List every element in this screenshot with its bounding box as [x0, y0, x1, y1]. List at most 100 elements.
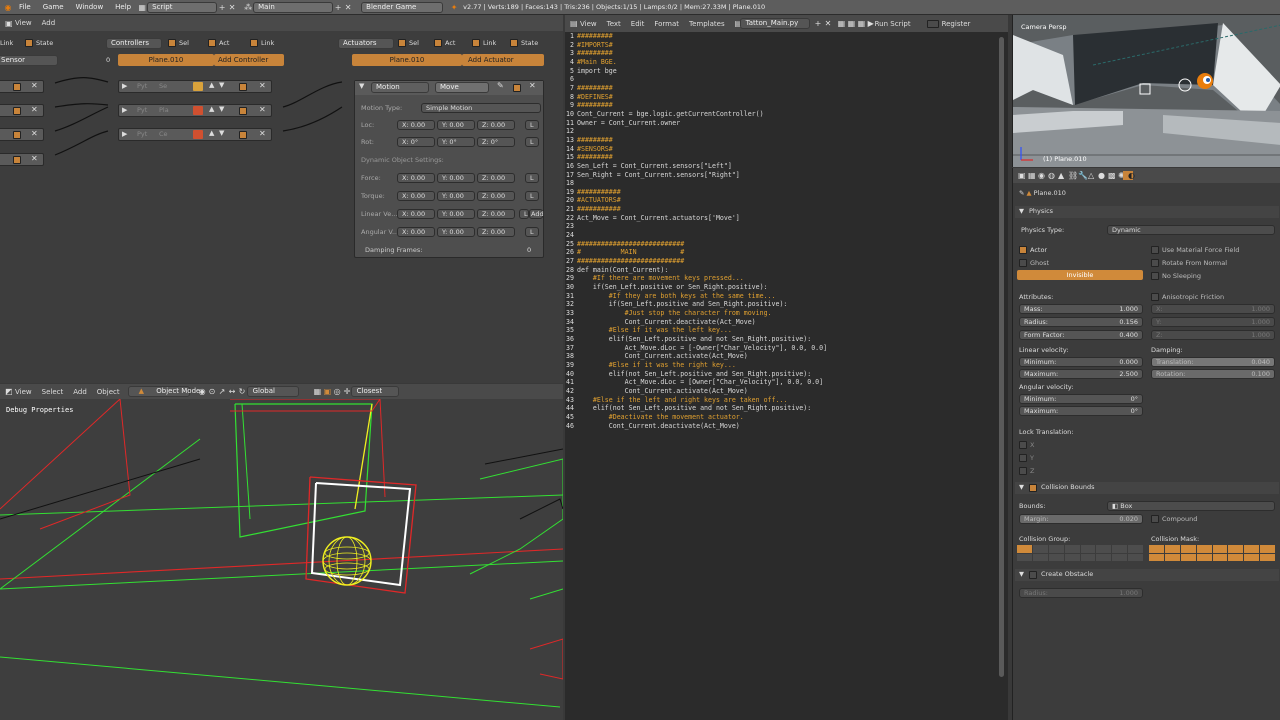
menu-game[interactable]: Game: [37, 3, 70, 11]
checkbox[interactable]: [1151, 246, 1159, 254]
actuator-name-field[interactable]: Move: [435, 82, 489, 93]
code-line[interactable]: 5 import bge: [565, 67, 997, 76]
code-line[interactable]: 13 #########: [565, 136, 997, 145]
checkbox[interactable]: [1151, 272, 1159, 280]
lin-max-field[interactable]: Maximum: 2.500: [1019, 369, 1143, 379]
viewport-menu-add[interactable]: Add: [68, 388, 92, 396]
code-line[interactable]: 7 #########: [565, 84, 997, 93]
code-line[interactable]: 17 Sen_Right = Cont_Current.sensors["Righ…: [565, 171, 997, 180]
angvel-y-field[interactable]: Y: 0.00: [437, 227, 475, 237]
actuator-type-select[interactable]: Motion: [371, 82, 429, 93]
lock-x-toggle[interactable]: X: [1019, 441, 1034, 449]
text-menu-view[interactable]: View: [575, 20, 602, 28]
remove-scene-icon[interactable]: ✕: [343, 3, 353, 12]
text-menu-format[interactable]: Format: [649, 20, 684, 28]
collision-group-layers[interactable]: [1017, 545, 1143, 561]
layer-button[interactable]: [1096, 553, 1112, 561]
loc-x-field[interactable]: X: 0.00: [397, 120, 435, 130]
code-line[interactable]: 35 #Else if it was the left key...: [565, 326, 997, 335]
force-z-field[interactable]: Z: 0.00: [477, 173, 515, 183]
checkbox[interactable]: [1151, 259, 1159, 267]
margin-field[interactable]: Margin: 0.020: [1019, 514, 1143, 524]
code-line[interactable]: 39 #Else if it was the right key...: [565, 361, 997, 370]
collision-bounds-panel-header[interactable]: ▼ Collision Bounds: [1015, 482, 1279, 494]
viewport-menu-view[interactable]: View: [10, 388, 37, 396]
text-file-field[interactable]: Tatton_Main.py: [739, 18, 810, 29]
physics-type-select[interactable]: Dynamic: [1107, 225, 1275, 235]
world-tab-icon[interactable]: ◍: [1043, 171, 1055, 180]
layer-button[interactable]: [1096, 545, 1112, 553]
layer-button[interactable]: [1080, 545, 1096, 553]
layer-button[interactable]: [1212, 545, 1228, 553]
aniso-y-field[interactable]: Y: 1.000: [1151, 317, 1275, 327]
ang-max-field[interactable]: Maximum: 0°: [1019, 406, 1143, 416]
layer-button[interactable]: [1260, 553, 1275, 561]
ghost-toggle[interactable]: Ghost: [1019, 259, 1049, 267]
new-text-icon[interactable]: +: [810, 19, 822, 28]
snap-select[interactable]: Closest: [350, 386, 399, 397]
torque-local-toggle[interactable]: L: [525, 191, 539, 201]
lock-z-toggle[interactable]: Z: [1019, 467, 1034, 475]
text-scrollbar[interactable]: [999, 37, 1004, 677]
pin-icon[interactable]: ✎: [497, 81, 504, 90]
linvel-z-field[interactable]: Z: 0.00: [477, 209, 515, 219]
scene-tab-icon[interactable]: ◉: [1033, 171, 1045, 180]
code-line[interactable]: 18: [565, 179, 997, 188]
code-line[interactable]: 42 Cont_Current.activate(Act_Move): [565, 387, 997, 396]
layer-button[interactable]: [1017, 553, 1032, 561]
code-line[interactable]: 24: [565, 231, 997, 240]
checkbox[interactable]: [1019, 467, 1027, 475]
damping-frames-value[interactable]: 0: [527, 246, 531, 254]
invisible-toggle[interactable]: Invisible: [1017, 270, 1143, 280]
unlink-text-icon[interactable]: ✕: [820, 19, 832, 28]
constraints-tab-icon[interactable]: ⛓: [1063, 171, 1078, 180]
code-line[interactable]: 40 elif(not Sen_Left.positive and Sen_Ri…: [565, 370, 997, 379]
code-line[interactable]: 27 ###########################: [565, 257, 997, 266]
layer-button[interactable]: [1112, 553, 1128, 561]
menu-window[interactable]: Window: [70, 3, 110, 11]
rot-local-toggle[interactable]: L: [525, 137, 539, 147]
code-line[interactable]: 45 #Deactivate the movement actuator.: [565, 413, 997, 422]
loc-local-toggle[interactable]: L: [525, 120, 539, 130]
remove-screen-icon[interactable]: ✕: [227, 3, 237, 12]
manipulator-icon[interactable]: ↗: [214, 387, 226, 396]
no-sleeping-toggle[interactable]: No Sleeping: [1151, 272, 1201, 280]
viewport-menu-object[interactable]: Object: [92, 388, 125, 396]
add-scene-icon[interactable]: +: [333, 3, 343, 12]
code-line[interactable]: 4 #Main BGE.: [565, 58, 997, 67]
line-numbers-icon[interactable]: ▦: [833, 19, 846, 28]
code-line[interactable]: 33 #Just stop the character from moving.: [565, 309, 997, 318]
layer-button[interactable]: [1228, 545, 1244, 553]
translate-icon[interactable]: ↔: [224, 387, 236, 396]
syntax-highlight-icon[interactable]: ▦: [853, 19, 866, 28]
torque-z-field[interactable]: Z: 0.00: [477, 191, 515, 201]
force-x-field[interactable]: X: 0.00: [397, 173, 435, 183]
rotation-damping-field[interactable]: Rotation: 0.100: [1151, 369, 1275, 379]
layer-button[interactable]: [1128, 545, 1143, 553]
viewport-menu-select[interactable]: Select: [37, 388, 69, 396]
shading-icon[interactable]: ◉: [194, 387, 206, 396]
layer-button[interactable]: [1149, 553, 1164, 561]
snap-magnet-icon[interactable]: ▣: [319, 387, 332, 396]
interaction-mode-select[interactable]: ▲ Object Mode: [127, 386, 200, 397]
rotate-from-normal-toggle[interactable]: Rotate From Normal: [1151, 259, 1227, 267]
code-line[interactable]: 31 #If they are both keys at the same ti…: [565, 292, 997, 301]
render-tab-icon[interactable]: ▦: [1023, 171, 1036, 180]
layer-button[interactable]: [1048, 553, 1064, 561]
screen-layout-icon[interactable]: ▦: [137, 3, 147, 12]
layer-button[interactable]: [1149, 545, 1164, 553]
code-line[interactable]: 28 def main(Cont_Current):: [565, 266, 997, 275]
code-line[interactable]: 30 if(Sen_Left.positive or Sen_Right.pos…: [565, 283, 997, 292]
actor-toggle[interactable]: Actor: [1019, 246, 1047, 254]
layer-button[interactable]: [1017, 545, 1032, 553]
loc-y-field[interactable]: Y: 0.00: [437, 120, 475, 130]
code-line[interactable]: 9 #########: [565, 101, 997, 110]
loc-z-field[interactable]: Z: 0.00: [477, 120, 515, 130]
code-line[interactable]: 16 Sen_Left = Cont_Current.sensors["Left"…: [565, 162, 997, 171]
text-browse-icon[interactable]: ▤: [730, 19, 743, 28]
linvel-add-toggle[interactable]: Add: [529, 209, 544, 219]
text-menu-text[interactable]: Text: [602, 20, 626, 28]
code-line[interactable]: 46 Cont_Current.deactivate(Act_Move): [565, 422, 997, 431]
layer-button[interactable]: [1244, 553, 1260, 561]
checkbox[interactable]: [1151, 293, 1159, 301]
